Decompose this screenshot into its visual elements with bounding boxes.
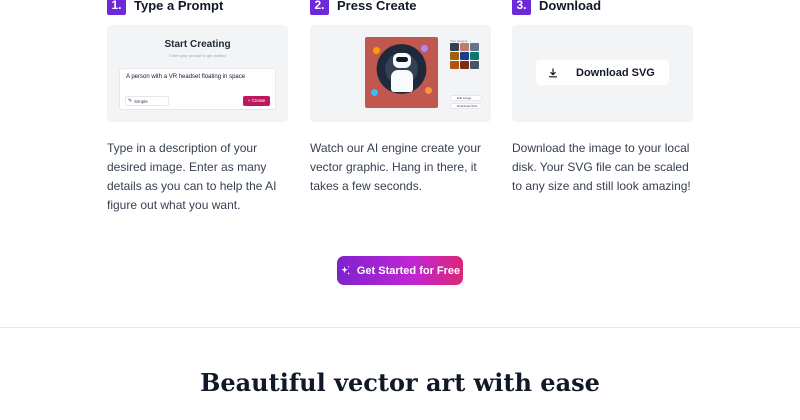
download-icon	[548, 67, 558, 77]
step-description: Type in a description of your desired im…	[107, 141, 277, 212]
step-number-badge: 1.	[107, 0, 126, 15]
planet-icon	[373, 47, 380, 54]
get-started-button[interactable]: Get Started for Free	[337, 256, 463, 285]
step-download: 3. Download Download SVG Download the im…	[512, 0, 693, 196]
preview-download-label: Download SVG	[576, 66, 655, 79]
planet-icon	[421, 45, 428, 52]
visor	[396, 57, 408, 62]
steps-section: 1. Type a Prompt Start Creating Enter yo…	[107, 0, 707, 240]
step-title: Download	[539, 0, 602, 13]
step-press-create: 2. Press Create Your designs Edit image …	[310, 0, 491, 196]
step-description: Download the image to your local disk. Y…	[512, 141, 691, 193]
get-started-label: Get Started for Free	[356, 264, 461, 277]
preview-download-svg-button: Download SVG	[536, 60, 669, 85]
thumbnail	[450, 52, 459, 60]
section-headline: Beautiful vector art with ease	[200, 368, 600, 397]
step-title: Press Create	[337, 0, 417, 13]
preview-edit-button: Edit image	[450, 95, 482, 101]
thumbnail	[460, 43, 469, 51]
preview-title: Start Creating	[164, 39, 231, 50]
design-thumbnails: Your designs	[450, 39, 482, 69]
astronaut-body	[391, 70, 413, 92]
preview-create-label: Create	[251, 98, 266, 103]
preview-style-label: Simple	[134, 99, 148, 104]
preview-prompt-text: A person with a VR headset floating in s…	[126, 74, 246, 80]
preview-style-select: ✎ Simple	[125, 96, 169, 106]
preview-create-button: + Create	[243, 96, 270, 106]
thumbnail	[460, 52, 469, 60]
step-number-badge: 2.	[310, 0, 329, 15]
step-header: 1. Type a Prompt	[107, 0, 288, 15]
preview-subtitle: Enter your prompt to get started	[169, 53, 226, 58]
preview-download-button: Download SVG	[450, 103, 482, 109]
step-description: Watch our AI engine create your vector g…	[310, 141, 481, 193]
preview-prompt-box: A person with a VR headset floating in s…	[119, 68, 276, 110]
step-number-badge: 3.	[512, 0, 531, 15]
vr-headset-figure	[393, 53, 411, 68]
step-type-prompt: 1. Type a Prompt Start Creating Enter yo…	[107, 0, 288, 215]
step-title: Type a Prompt	[134, 0, 224, 13]
step-header: 2. Press Create	[310, 0, 491, 15]
thumbnail-grid	[450, 43, 482, 69]
planet-icon	[425, 87, 432, 94]
planet-icon	[371, 89, 378, 96]
section-divider	[0, 327, 800, 328]
thumbnail	[460, 61, 469, 69]
prompt-preview-image: Start Creating Enter your prompt to get …	[107, 25, 288, 122]
thumbnail	[470, 52, 479, 60]
thumbnail	[470, 61, 479, 69]
thumbnail	[470, 43, 479, 51]
step-header: 3. Download	[512, 0, 693, 15]
generated-astronaut-art	[365, 37, 438, 108]
thumbnail	[450, 43, 459, 51]
sparkles-icon	[341, 265, 350, 275]
brush-icon: ✎	[128, 98, 133, 104]
thumbnail	[450, 61, 459, 69]
create-preview-image: Your designs Edit image Download SVG	[310, 25, 491, 122]
download-preview-image: Download SVG	[512, 25, 693, 122]
